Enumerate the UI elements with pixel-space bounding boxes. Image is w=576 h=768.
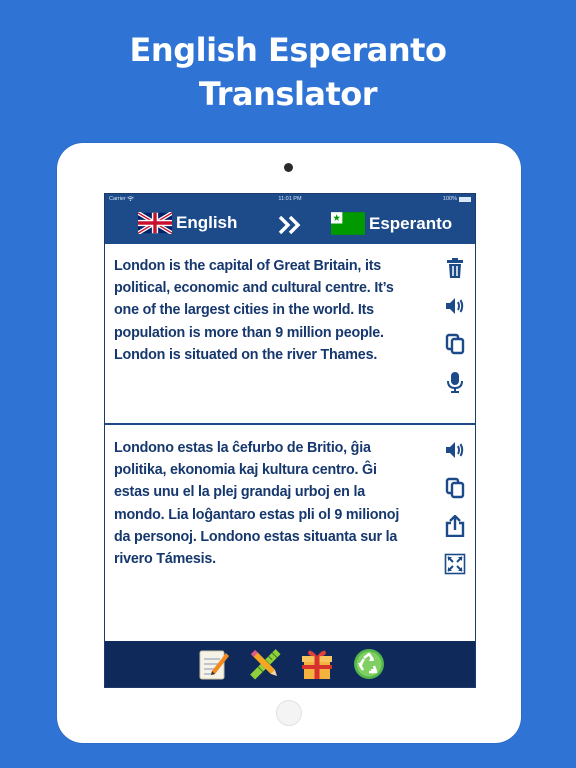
promo-headline: English Esperanto Translator (0, 28, 576, 116)
source-language-label: English (176, 213, 238, 232)
source-text[interactable]: London is the capital of Great Britain, … (114, 255, 414, 366)
status-battery: 100% (443, 194, 471, 204)
home-button (276, 700, 302, 726)
battery-icon (459, 196, 471, 202)
source-text-pane[interactable]: London is the capital of Great Britain, … (105, 245, 475, 425)
speaker-icon[interactable] (444, 439, 466, 461)
status-bar: Carrier 11:01 PM 100% (105, 194, 475, 204)
target-language-button[interactable]: Esperanto (331, 212, 452, 235)
speaker-icon[interactable] (444, 295, 466, 317)
promo-title-line-1: English Esperanto (129, 31, 447, 69)
translation-actions (444, 439, 466, 591)
translation-pane: Londono estas la ĉefurbo de Britio, ĝia … (105, 427, 475, 641)
trash-icon[interactable] (444, 257, 466, 279)
front-camera (284, 163, 293, 172)
notepad-icon[interactable] (196, 647, 230, 681)
language-bar: English Esperanto (105, 204, 475, 244)
recycle-icon[interactable] (352, 647, 386, 681)
source-actions (444, 257, 466, 409)
gift-icon[interactable] (300, 647, 334, 681)
bottom-toolbar (105, 641, 475, 687)
status-time: 11:01 PM (278, 196, 302, 202)
pencil-ruler-icon[interactable] (248, 647, 282, 681)
source-language-button[interactable]: English (138, 212, 237, 234)
translated-text: Londono estas la ĉefurbo de Britio, ĝia … (114, 440, 400, 568)
copy-icon[interactable] (444, 333, 466, 355)
promo-title-line-2: Translator (198, 75, 378, 113)
fullscreen-icon[interactable] (444, 553, 466, 575)
target-language-label: Esperanto (369, 213, 453, 233)
copy-icon[interactable] (444, 477, 466, 499)
battery-percent: 100% (442, 196, 457, 202)
swap-languages-icon[interactable] (277, 214, 303, 236)
app-screen: Carrier 11:01 PM 100% English Esperanto … (104, 193, 476, 688)
share-icon[interactable] (444, 515, 466, 537)
microphone-icon[interactable] (444, 371, 466, 393)
esperanto-flag-icon (331, 212, 365, 235)
uk-flag-icon (138, 212, 172, 234)
